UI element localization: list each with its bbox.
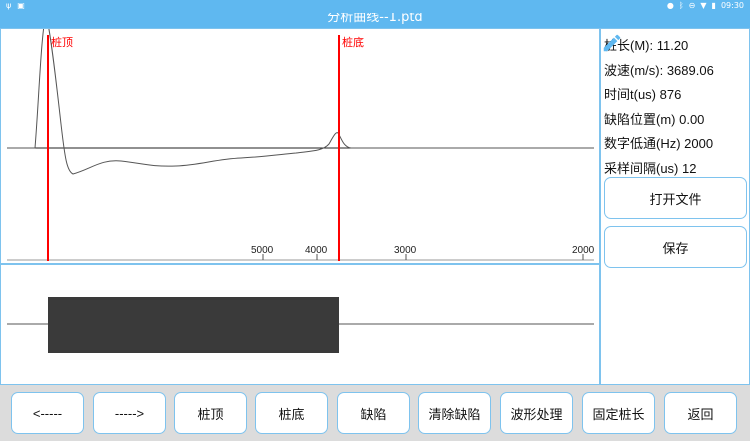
sample-interval-label: 采样间隔(us) bbox=[604, 161, 683, 176]
pile-bottom-button[interactable]: 桩底 bbox=[255, 392, 328, 434]
bluetooth-icon: ᛒ bbox=[678, 1, 684, 10]
waveform-chart[interactable]: 5000 4000 3000 2000 桩顶 桩底 bbox=[1, 29, 601, 265]
defect-position-label: 缺陷位置(m) bbox=[604, 112, 680, 127]
waveform-panel[interactable]: 5000 4000 3000 2000 桩顶 桩底 bbox=[0, 28, 600, 264]
open-file-button[interactable]: 打开文件 bbox=[604, 177, 747, 219]
defect-button[interactable]: 缺陷 bbox=[337, 392, 410, 434]
dnd-icon: ⊖ bbox=[688, 1, 696, 10]
time-label: 时间t(us) bbox=[604, 87, 660, 102]
usb-icon: ψ bbox=[6, 1, 12, 10]
bottom-toolbar: <----- -----> 桩顶 桩底 缺陷 清除缺陷 波形处理 固定桩长 返回 bbox=[0, 385, 750, 441]
clock: 09:30 bbox=[720, 1, 744, 10]
prev-button[interactable]: <----- bbox=[11, 392, 84, 434]
pile-top-button[interactable]: 桩顶 bbox=[174, 392, 247, 434]
defect-diagram bbox=[7, 297, 594, 353]
time-row: 时间t(us) 876 bbox=[604, 84, 681, 103]
waveform-curve bbox=[7, 29, 594, 175]
status-bar: ψ ▣ ● ᛒ ⊖ ▼ ▮ 09:30 bbox=[0, 0, 750, 13]
tick-label-3000: 3000 bbox=[394, 245, 417, 256]
next-button[interactable]: -----> bbox=[93, 392, 166, 434]
lowpass-row: 数字低通(Hz) 2000 bbox=[604, 133, 713, 152]
fix-pile-length-button[interactable]: 固定桩长 bbox=[582, 392, 655, 434]
save-button[interactable]: 保存 bbox=[604, 226, 747, 268]
clear-defect-button[interactable]: 清除缺陷 bbox=[418, 392, 491, 434]
image-icon: ▣ bbox=[17, 1, 25, 10]
tick-label-2000: 2000 bbox=[572, 245, 595, 256]
location-icon: ● bbox=[666, 1, 674, 10]
waveform-processing-button[interactable]: 波形处理 bbox=[500, 392, 573, 434]
lowpass-label: 数字低通(Hz) bbox=[604, 136, 685, 151]
time-value: 876 bbox=[659, 87, 682, 102]
pile-length-value: 11.20 bbox=[656, 38, 689, 53]
pile-bottom-label: 桩底 bbox=[342, 35, 364, 49]
pile-body-block bbox=[48, 297, 339, 353]
wifi-icon: ▼ bbox=[700, 1, 707, 10]
wave-velocity-value: 3689.06 bbox=[666, 63, 714, 78]
defect-position-row: 缺陷位置(m) 0.00 bbox=[604, 109, 704, 128]
tick-label-5000: 5000 bbox=[251, 245, 274, 256]
edit-pencil-icon[interactable] bbox=[601, 32, 623, 54]
sample-interval-row: 采样间隔(us) 12 bbox=[604, 158, 696, 177]
window-title: 分析曲线--1.ptd bbox=[327, 13, 423, 25]
defect-panel bbox=[0, 264, 600, 385]
tick-label-4000: 4000 bbox=[305, 245, 328, 256]
defect-position-value: 0.00 bbox=[679, 112, 705, 127]
info-panel: 桩长(M): 11.20 波速(m/s): 3689.06 时间t(us) 87… bbox=[600, 28, 750, 385]
sample-interval-value: 12 bbox=[682, 161, 697, 176]
wave-velocity-label: 波速(m/s): bbox=[604, 63, 667, 78]
back-button[interactable]: 返回 bbox=[664, 392, 737, 434]
title-bar: 分析曲线--1.ptd bbox=[0, 13, 750, 28]
wave-velocity-row: 波速(m/s): 3689.06 bbox=[604, 60, 714, 79]
pile-top-label: 桩顶 bbox=[51, 35, 73, 49]
battery-icon: ▮ bbox=[711, 1, 716, 10]
lowpass-value: 2000 bbox=[684, 136, 714, 151]
